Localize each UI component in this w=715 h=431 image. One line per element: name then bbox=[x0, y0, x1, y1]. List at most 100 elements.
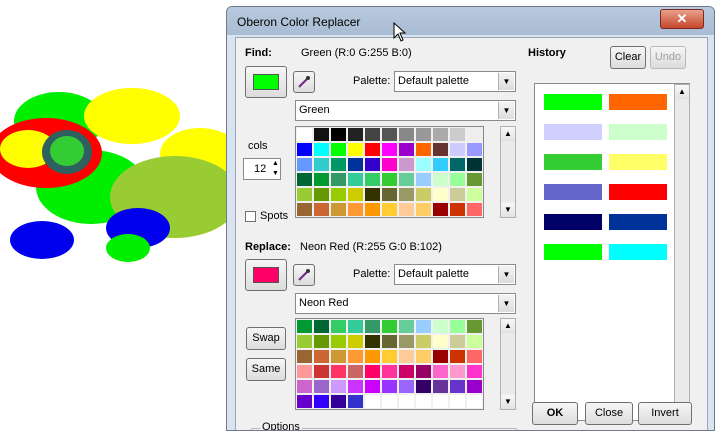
palette-cell[interactable] bbox=[449, 379, 466, 394]
ok-button[interactable]: OK bbox=[532, 402, 578, 425]
history-find-swatch[interactable] bbox=[544, 94, 602, 110]
palette-cell[interactable] bbox=[432, 142, 449, 157]
palette-cell[interactable] bbox=[364, 394, 381, 409]
palette-cell[interactable] bbox=[415, 172, 432, 187]
palette-cell[interactable] bbox=[398, 127, 415, 142]
palette-cell[interactable] bbox=[415, 379, 432, 394]
find-color-name-select[interactable]: Green ▼ bbox=[295, 100, 516, 121]
history-scrollbar[interactable]: ▲ ▼ bbox=[674, 84, 690, 420]
palette-cell[interactable] bbox=[415, 127, 432, 142]
palette-cell[interactable] bbox=[449, 187, 466, 202]
palette-cell[interactable] bbox=[432, 379, 449, 394]
palette-cell[interactable] bbox=[449, 127, 466, 142]
history-find-swatch[interactable] bbox=[544, 184, 602, 200]
palette-cell[interactable] bbox=[313, 319, 330, 334]
palette-cell[interactable] bbox=[347, 202, 364, 217]
palette-cell[interactable] bbox=[449, 319, 466, 334]
palette-cell[interactable] bbox=[466, 187, 483, 202]
replace-palette-scrollbar[interactable]: ▲ ▼ bbox=[500, 318, 516, 410]
palette-cell[interactable] bbox=[296, 319, 313, 334]
replace-color-swatch-button[interactable] bbox=[245, 259, 287, 291]
palette-cell[interactable] bbox=[432, 394, 449, 409]
palette-cell[interactable] bbox=[296, 172, 313, 187]
palette-cell[interactable] bbox=[296, 127, 313, 142]
palette-cell[interactable] bbox=[296, 364, 313, 379]
palette-cell[interactable] bbox=[415, 187, 432, 202]
palette-cell[interactable] bbox=[466, 394, 483, 409]
palette-cell[interactable] bbox=[466, 349, 483, 364]
palette-cell[interactable] bbox=[347, 319, 364, 334]
palette-cell[interactable] bbox=[330, 379, 347, 394]
palette-cell[interactable] bbox=[466, 127, 483, 142]
palette-cell[interactable] bbox=[330, 349, 347, 364]
palette-cell[interactable] bbox=[347, 379, 364, 394]
history-find-swatch[interactable] bbox=[544, 244, 602, 260]
find-color-swatch-button[interactable] bbox=[245, 66, 287, 98]
palette-cell[interactable] bbox=[364, 202, 381, 217]
palette-cell[interactable] bbox=[364, 379, 381, 394]
palette-cell[interactable] bbox=[449, 349, 466, 364]
history-replace-swatch[interactable] bbox=[609, 214, 667, 230]
palette-cell[interactable] bbox=[364, 157, 381, 172]
palette-cell[interactable] bbox=[398, 334, 415, 349]
replace-eyedropper-button[interactable] bbox=[293, 264, 315, 286]
palette-cell[interactable] bbox=[296, 202, 313, 217]
palette-cell[interactable] bbox=[313, 379, 330, 394]
scroll-up-icon[interactable]: ▲ bbox=[501, 127, 515, 141]
palette-cell[interactable] bbox=[313, 349, 330, 364]
palette-cell[interactable] bbox=[330, 172, 347, 187]
history-replace-swatch[interactable] bbox=[609, 184, 667, 200]
palette-cell[interactable] bbox=[415, 202, 432, 217]
palette-cell[interactable] bbox=[330, 394, 347, 409]
palette-cell[interactable] bbox=[398, 379, 415, 394]
palette-cell[interactable] bbox=[415, 319, 432, 334]
find-eyedropper-button[interactable] bbox=[293, 71, 315, 93]
palette-cell[interactable] bbox=[398, 394, 415, 409]
palette-cell[interactable] bbox=[398, 202, 415, 217]
palette-cell[interactable] bbox=[313, 202, 330, 217]
palette-cell[interactable] bbox=[381, 127, 398, 142]
palette-cell[interactable] bbox=[313, 334, 330, 349]
palette-cell[interactable] bbox=[313, 187, 330, 202]
spots-checkbox[interactable] bbox=[245, 211, 256, 222]
title-bar[interactable]: Oberon Color Replacer ✕ bbox=[227, 7, 714, 35]
palette-cell[interactable] bbox=[381, 157, 398, 172]
palette-cell[interactable] bbox=[296, 142, 313, 157]
palette-cell[interactable] bbox=[364, 172, 381, 187]
palette-cell[interactable] bbox=[347, 334, 364, 349]
palette-cell[interactable] bbox=[381, 394, 398, 409]
palette-cell[interactable] bbox=[432, 349, 449, 364]
palette-cell[interactable] bbox=[381, 187, 398, 202]
palette-cell[interactable] bbox=[415, 349, 432, 364]
palette-cell[interactable] bbox=[330, 142, 347, 157]
palette-cell[interactable] bbox=[313, 394, 330, 409]
palette-cell[interactable] bbox=[364, 349, 381, 364]
replace-palette-grid[interactable] bbox=[295, 318, 484, 410]
palette-cell[interactable] bbox=[347, 187, 364, 202]
find-palette-scrollbar[interactable]: ▲ ▼ bbox=[500, 126, 516, 218]
palette-cell[interactable] bbox=[296, 349, 313, 364]
palette-cell[interactable] bbox=[330, 364, 347, 379]
palette-cell[interactable] bbox=[432, 187, 449, 202]
palette-cell[interactable] bbox=[381, 349, 398, 364]
palette-cell[interactable] bbox=[432, 319, 449, 334]
palette-cell[interactable] bbox=[381, 319, 398, 334]
palette-cell[interactable] bbox=[381, 142, 398, 157]
palette-cell[interactable] bbox=[432, 334, 449, 349]
palette-cell[interactable] bbox=[330, 202, 347, 217]
palette-cell[interactable] bbox=[415, 142, 432, 157]
palette-cell[interactable] bbox=[330, 319, 347, 334]
history-replace-swatch[interactable] bbox=[609, 94, 667, 110]
palette-cell[interactable] bbox=[415, 364, 432, 379]
palette-cell[interactable] bbox=[466, 202, 483, 217]
palette-cell[interactable] bbox=[364, 364, 381, 379]
palette-cell[interactable] bbox=[398, 349, 415, 364]
replace-palette-select[interactable]: Default palette ▼ bbox=[394, 264, 516, 285]
palette-cell[interactable] bbox=[381, 172, 398, 187]
history-find-swatch[interactable] bbox=[544, 124, 602, 140]
palette-cell[interactable] bbox=[313, 364, 330, 379]
history-find-swatch[interactable] bbox=[544, 154, 602, 170]
palette-cell[interactable] bbox=[347, 127, 364, 142]
history-replace-swatch[interactable] bbox=[609, 154, 667, 170]
palette-cell[interactable] bbox=[330, 157, 347, 172]
